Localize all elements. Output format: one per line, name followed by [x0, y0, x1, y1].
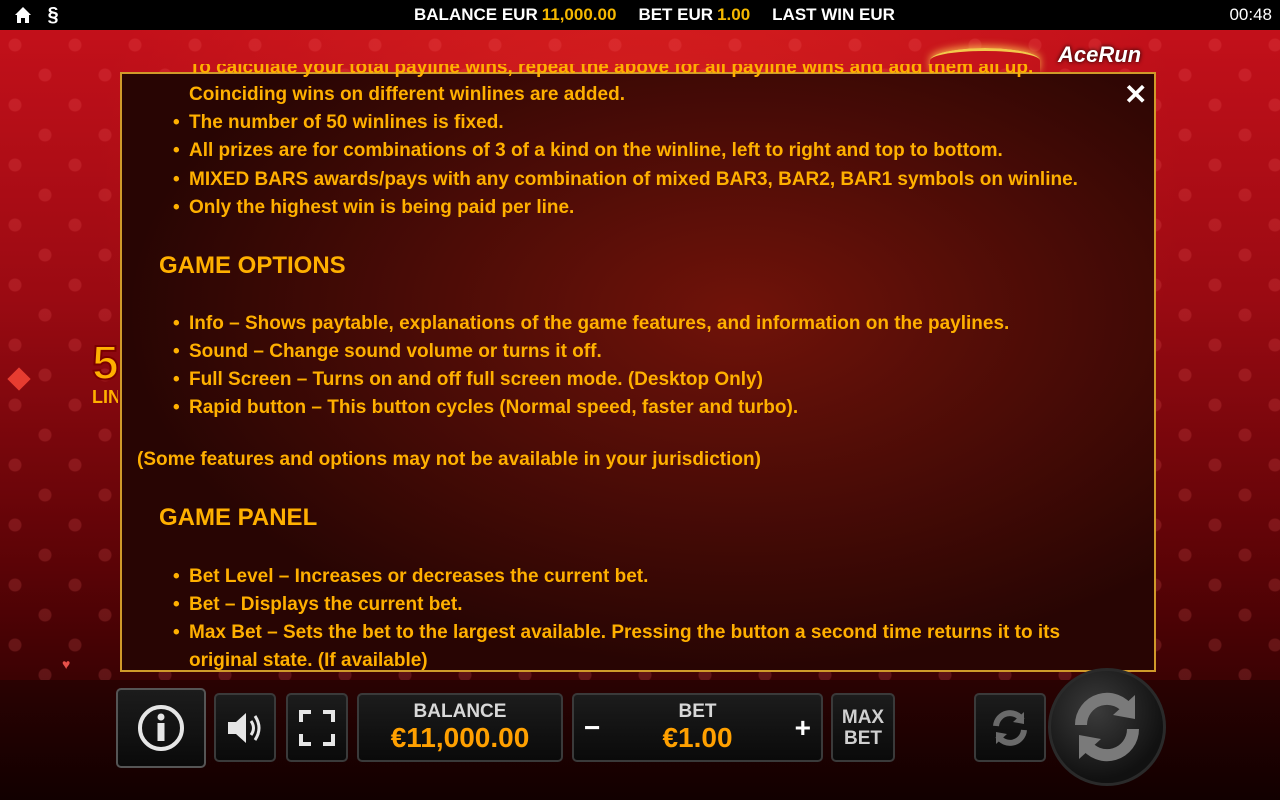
brand-logo: AceRun [1058, 42, 1142, 67]
option-rapid: Rapid button – This button cycles (Norma… [173, 394, 798, 422]
speaker-icon [228, 712, 261, 743]
top-balance: BALANCE EUR 11,000.00 [414, 5, 616, 25]
top-balance-value: 11,000.00 [541, 5, 617, 24]
balance-value: €11,000.00 [390, 721, 530, 753]
bet-control: − BET €1.00 + [572, 693, 823, 762]
max-bet-button[interactable]: MAX BET [831, 693, 895, 762]
top-bet: BET EUR 1.00 [638, 5, 750, 25]
fullscreen-button[interactable] [286, 693, 348, 762]
rule-1: Coinciding wins on different winlines ar… [189, 84, 625, 105]
sound-button[interactable] [214, 693, 276, 762]
bet-decrease-button[interactable]: − [584, 713, 600, 743]
autoplay-button[interactable] [974, 693, 1046, 762]
bet-value: €1.00 [662, 721, 733, 753]
info-icon [138, 705, 184, 751]
top-bet-label: BET EUR [638, 5, 714, 24]
clock: 00:48 [1229, 5, 1272, 24]
fullscreen-icon [299, 709, 335, 746]
top-lastwin-label: LAST WIN EUR [772, 5, 895, 24]
max-bet-label-1: MAX [841, 706, 885, 728]
lines-badge: 5 LIN [92, 340, 118, 410]
rule-3: All prizes are for combinations of 3 of … [173, 137, 1003, 165]
lines-badge-number: 5 [92, 340, 118, 390]
spin-icon [1074, 692, 1140, 762]
option-info: Info – Shows paytable, explanations of t… [173, 310, 1009, 338]
top-bar: § BALANCE EUR 11,000.00 BET EUR 1.00 LAST … [0, 0, 1280, 30]
info-button[interactable] [116, 688, 206, 768]
rule-5: Only the highest win is being paid per l… [173, 194, 574, 222]
top-stats: BALANCE EUR 11,000.00 BET EUR 1.00 LAST WI… [414, 5, 895, 25]
heart-icon: ♥ [62, 656, 71, 672]
close-icon[interactable]: ✕ [1124, 81, 1147, 109]
home-icon[interactable] [12, 4, 34, 26]
top-bet-value: 1.00 [717, 5, 751, 24]
lines-badge-text: LIN [92, 387, 118, 407]
balance-label: BALANCE [413, 700, 507, 722]
option-sound: Sound – Change sound volume or turns it … [173, 338, 602, 366]
top-balance-label: BALANCE EUR [414, 5, 538, 24]
panel-bet: Bet – Displays the current bet. [173, 591, 462, 619]
regulation-icon[interactable]: § [42, 4, 64, 26]
bet-display: BET €1.00 [662, 700, 733, 754]
panel-bet-level: Bet Level – Increases or decreases the c… [173, 563, 648, 591]
rule-2: The number of 50 winlines is fixed. [173, 109, 504, 137]
option-fullscreen: Full Screen – Turns on and off full scre… [173, 366, 763, 394]
panel-max-bet-cont: original state. (If available) [189, 650, 428, 671]
top-lastwin: LAST WIN EUR [772, 5, 895, 25]
jurisdiction-note: (Some features and options may not be av… [137, 449, 761, 470]
rule-4: MIXED BARS awards/pays with any combinat… [173, 166, 1078, 194]
max-bet-label-2: BET [844, 727, 882, 749]
spin-button[interactable] [1048, 668, 1166, 786]
game-options-heading: GAME OPTIONS [159, 252, 346, 279]
bet-increase-button[interactable]: + [795, 713, 811, 743]
bet-label: BET [678, 700, 717, 722]
panel-max-bet: Max Bet – Sets the bet to the largest av… [173, 619, 1060, 647]
balance-display: BALANCE €11,000.00 [357, 693, 563, 762]
game-panel-heading: GAME PANEL [159, 504, 318, 531]
autoplay-icon [993, 709, 1027, 746]
